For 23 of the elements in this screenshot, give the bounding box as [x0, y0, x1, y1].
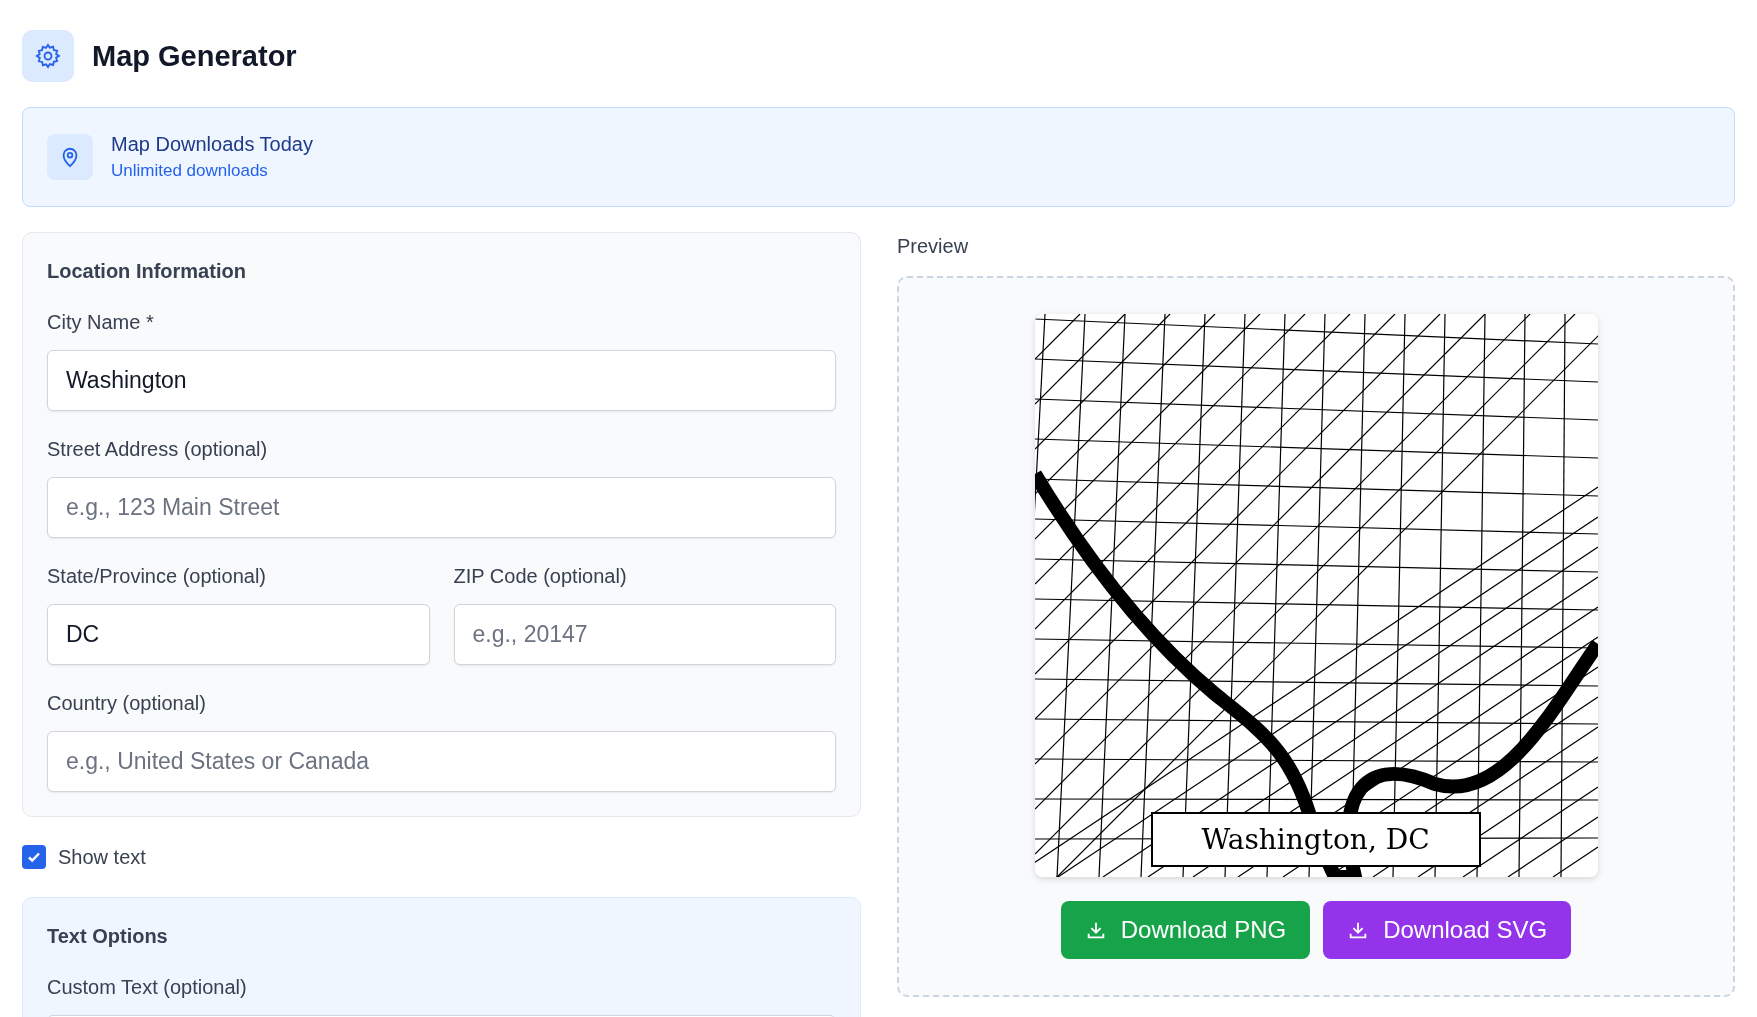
input-field[interactable]: e.g., 20147	[453, 604, 836, 665]
banner-subtitle: Unlimited downloads	[111, 161, 269, 181]
checkbox[interactable]	[22, 845, 46, 869]
field-label: City Name *	[47, 311, 155, 334]
banner-title: Map Downloads Today	[111, 133, 313, 156]
section-heading: Text Options	[47, 925, 169, 948]
field-label: State/Province (optional)	[47, 565, 267, 588]
field-label: Street Address (optional)	[47, 438, 269, 461]
settings-icon	[22, 30, 74, 82]
preview-label: Preview	[897, 235, 970, 258]
field-label: Country (optional)	[47, 692, 207, 715]
field-label: Custom Text (optional)	[47, 976, 248, 999]
input-field[interactable]: e.g., United States or Canada	[47, 731, 836, 792]
checkbox-label: Show text	[58, 845, 146, 869]
input-field[interactable]: DC	[47, 604, 430, 665]
download-button[interactable]: Download SVG	[1323, 901, 1572, 959]
field-label: ZIP Code (optional)	[453, 565, 628, 588]
location-pin-icon	[47, 134, 93, 180]
page-title: Map Generator	[92, 39, 297, 73]
input-field[interactable]: Washington	[47, 350, 836, 411]
section-heading: Location Information	[47, 260, 247, 283]
input-field[interactable]: e.g., 123 Main Street	[47, 477, 836, 538]
map-title: Washington, DC	[1150, 812, 1481, 867]
